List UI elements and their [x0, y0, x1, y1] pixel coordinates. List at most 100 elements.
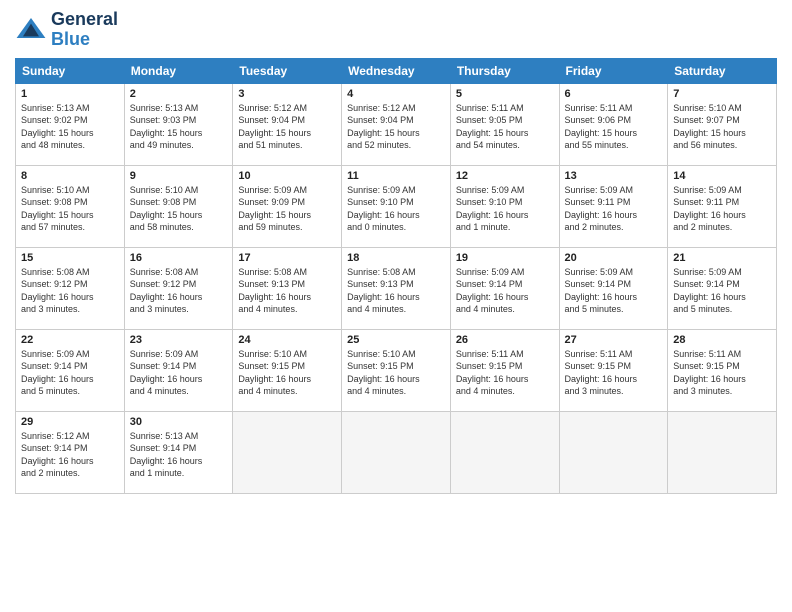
calendar-cell: 28 Sunrise: 5:11 AM Sunset: 9:15 PM Dayli… [668, 329, 777, 411]
calendar-cell: 3 Sunrise: 5:12 AM Sunset: 9:04 PM Daylig… [233, 83, 342, 165]
calendar-cell: 10Sunrise: 5:09 AM Sunset: 9:09 PM Dayli… [233, 165, 342, 247]
day-info: Sunrise: 5:13 AM Sunset: 9:03 PM Dayligh… [130, 102, 228, 152]
day-info: Sunrise: 5:09 AM Sunset: 9:14 PM Dayligh… [130, 348, 228, 398]
logo-text: General Blue [51, 10, 118, 50]
calendar-cell: 1 Sunrise: 5:13 AM Sunset: 9:02 PM Daylig… [16, 83, 125, 165]
day-number: 24 [238, 334, 336, 346]
day-number: 6 [565, 88, 663, 100]
day-number: 7 [673, 88, 771, 100]
calendar-cell: 12 Sunrise: 5:09 AM Sunset: 9:10 PM Dayli… [450, 165, 559, 247]
weekday-header-monday: Monday [124, 58, 233, 83]
calendar-cell [668, 411, 777, 493]
day-info: Sunrise: 5:08 AM Sunset: 9:12 PM Dayligh… [21, 266, 119, 316]
calendar-cell: 7 Sunrise: 5:10 AM Sunset: 9:07 PM Daylig… [668, 83, 777, 165]
day-number: 30 [130, 416, 228, 428]
calendar-cell: 14 Sunrise: 5:09 AM Sunset: 9:11 PM Dayli… [668, 165, 777, 247]
day-info: Sunrise: 5:09 AM Sunset: 9:14 PM Dayligh… [21, 348, 119, 398]
calendar-cell: 27 Sunrise: 5:11 AM Sunset: 9:15 PM Dayli… [559, 329, 668, 411]
day-info: Sunrise: 5:13 AM Sunset: 9:14 PM Dayligh… [130, 430, 228, 480]
calendar-cell: 23 Sunrise: 5:09 AM Sunset: 9:14 PM Dayli… [124, 329, 233, 411]
day-number: 19 [456, 252, 554, 264]
day-info: Sunrise: 5:09 AM Sunset: 9:14 PM Dayligh… [456, 266, 554, 316]
weekday-header-thursday: Thursday [450, 58, 559, 83]
day-info: Sunrise: 5:10 AM Sunset: 9:07 PM Dayligh… [673, 102, 771, 152]
weekday-header-sunday: Sunday [16, 58, 125, 83]
day-number: 22 [21, 334, 119, 346]
day-number: 21 [673, 252, 771, 264]
day-info: Sunrise: 5:09 AM Sunset: 9:10 PM Dayligh… [347, 184, 445, 234]
header: General Blue [15, 10, 777, 50]
day-number: 2 [130, 88, 228, 100]
calendar-cell: 25Sunrise: 5:10 AM Sunset: 9:15 PM Dayli… [342, 329, 451, 411]
day-info: Sunrise: 5:10 AM Sunset: 9:15 PM Dayligh… [238, 348, 336, 398]
day-number: 11 [347, 170, 445, 182]
day-info: Sunrise: 5:08 AM Sunset: 9:13 PM Dayligh… [238, 266, 336, 316]
day-info: Sunrise: 5:11 AM Sunset: 9:15 PM Dayligh… [673, 348, 771, 398]
day-number: 15 [21, 252, 119, 264]
day-info: Sunrise: 5:09 AM Sunset: 9:09 PM Dayligh… [238, 184, 336, 234]
day-info: Sunrise: 5:08 AM Sunset: 9:12 PM Dayligh… [130, 266, 228, 316]
week-row-3: 15 Sunrise: 5:08 AM Sunset: 9:12 PM Dayli… [16, 247, 777, 329]
day-number: 27 [565, 334, 663, 346]
day-info: Sunrise: 5:12 AM Sunset: 9:14 PM Dayligh… [21, 430, 119, 480]
calendar-cell: 22 Sunrise: 5:09 AM Sunset: 9:14 PM Dayli… [16, 329, 125, 411]
calendar-cell: 16Sunrise: 5:08 AM Sunset: 9:12 PM Dayli… [124, 247, 233, 329]
day-info: Sunrise: 5:09 AM Sunset: 9:14 PM Dayligh… [673, 266, 771, 316]
day-number: 5 [456, 88, 554, 100]
day-info: Sunrise: 5:11 AM Sunset: 9:06 PM Dayligh… [565, 102, 663, 152]
day-info: Sunrise: 5:09 AM Sunset: 9:14 PM Dayligh… [565, 266, 663, 316]
day-info: Sunrise: 5:10 AM Sunset: 9:08 PM Dayligh… [21, 184, 119, 234]
day-info: Sunrise: 5:12 AM Sunset: 9:04 PM Dayligh… [238, 102, 336, 152]
day-number: 3 [238, 88, 336, 100]
day-info: Sunrise: 5:10 AM Sunset: 9:15 PM Dayligh… [347, 348, 445, 398]
calendar-cell: 13 Sunrise: 5:09 AM Sunset: 9:11 PM Dayli… [559, 165, 668, 247]
day-number: 14 [673, 170, 771, 182]
weekday-header-wednesday: Wednesday [342, 58, 451, 83]
day-number: 26 [456, 334, 554, 346]
day-info: Sunrise: 5:09 AM Sunset: 9:10 PM Dayligh… [456, 184, 554, 234]
calendar-cell [233, 411, 342, 493]
day-number: 29 [21, 416, 119, 428]
day-info: Sunrise: 5:09 AM Sunset: 9:11 PM Dayligh… [565, 184, 663, 234]
weekday-header-friday: Friday [559, 58, 668, 83]
day-number: 20 [565, 252, 663, 264]
day-info: Sunrise: 5:11 AM Sunset: 9:15 PM Dayligh… [565, 348, 663, 398]
week-row-2: 8 Sunrise: 5:10 AM Sunset: 9:08 PM Daylig… [16, 165, 777, 247]
day-number: 23 [130, 334, 228, 346]
day-info: Sunrise: 5:08 AM Sunset: 9:13 PM Dayligh… [347, 266, 445, 316]
calendar-cell: 9Sunrise: 5:10 AM Sunset: 9:08 PM Daylig… [124, 165, 233, 247]
day-info: Sunrise: 5:13 AM Sunset: 9:02 PM Dayligh… [21, 102, 119, 152]
calendar-cell: 15 Sunrise: 5:08 AM Sunset: 9:12 PM Dayli… [16, 247, 125, 329]
calendar-cell: 20 Sunrise: 5:09 AM Sunset: 9:14 PM Dayli… [559, 247, 668, 329]
day-info: Sunrise: 5:12 AM Sunset: 9:04 PM Dayligh… [347, 102, 445, 152]
day-number: 1 [21, 88, 119, 100]
week-row-5: 29 Sunrise: 5:12 AM Sunset: 9:14 PM Dayli… [16, 411, 777, 493]
day-number: 12 [456, 170, 554, 182]
weekday-header-tuesday: Tuesday [233, 58, 342, 83]
calendar-cell: 29 Sunrise: 5:12 AM Sunset: 9:14 PM Dayli… [16, 411, 125, 493]
week-row-4: 22 Sunrise: 5:09 AM Sunset: 9:14 PM Dayli… [16, 329, 777, 411]
day-number: 4 [347, 88, 445, 100]
calendar-cell [342, 411, 451, 493]
calendar-cell: 21 Sunrise: 5:09 AM Sunset: 9:14 PM Dayli… [668, 247, 777, 329]
calendar-cell: 6 Sunrise: 5:11 AM Sunset: 9:06 PM Daylig… [559, 83, 668, 165]
weekday-header-row: SundayMondayTuesdayWednesdayThursdayFrid… [16, 58, 777, 83]
day-info: Sunrise: 5:11 AM Sunset: 9:15 PM Dayligh… [456, 348, 554, 398]
calendar-cell: 24 Sunrise: 5:10 AM Sunset: 9:15 PM Dayli… [233, 329, 342, 411]
day-number: 13 [565, 170, 663, 182]
day-number: 28 [673, 334, 771, 346]
calendar-cell: 2 Sunrise: 5:13 AM Sunset: 9:03 PM Daylig… [124, 83, 233, 165]
calendar-cell: 19 Sunrise: 5:09 AM Sunset: 9:14 PM Dayli… [450, 247, 559, 329]
logo-icon [15, 14, 47, 46]
calendar-cell [450, 411, 559, 493]
calendar-cell: 18 Sunrise: 5:08 AM Sunset: 9:13 PM Dayli… [342, 247, 451, 329]
day-number: 18 [347, 252, 445, 264]
day-info: Sunrise: 5:09 AM Sunset: 9:11 PM Dayligh… [673, 184, 771, 234]
day-number: 17 [238, 252, 336, 264]
calendar-cell: 4 Sunrise: 5:12 AM Sunset: 9:04 PM Daylig… [342, 83, 451, 165]
day-number: 8 [21, 170, 119, 182]
calendar-cell: 30 Sunrise: 5:13 AM Sunset: 9:14 PM Dayli… [124, 411, 233, 493]
day-info: Sunrise: 5:10 AM Sunset: 9:08 PM Dayligh… [130, 184, 228, 234]
calendar-cell: 11 Sunrise: 5:09 AM Sunset: 9:10 PM Dayli… [342, 165, 451, 247]
calendar-cell: 5Sunrise: 5:11 AM Sunset: 9:05 PM Daylig… [450, 83, 559, 165]
